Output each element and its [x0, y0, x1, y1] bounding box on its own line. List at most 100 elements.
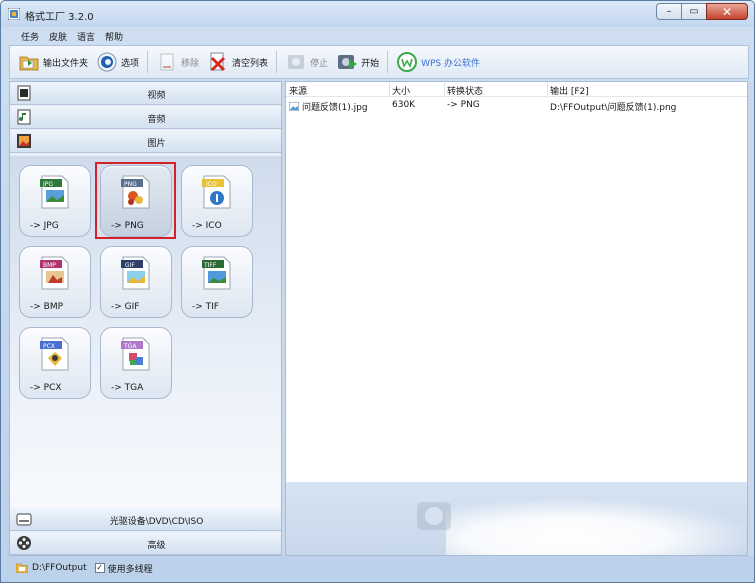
category-image[interactable]: 图片 [10, 130, 281, 153]
tile-to-pcx[interactable]: PCX -> PCX [19, 327, 91, 399]
wps-logo-icon [397, 52, 418, 72]
selection-highlight [95, 162, 176, 239]
image-file-icon [289, 102, 299, 111]
clear-list-icon [210, 52, 226, 72]
audio-icon [17, 109, 31, 125]
tif-badge-text: TIFF [204, 262, 217, 269]
output-folder-label: 输出文件夹 [43, 58, 89, 69]
header-size[interactable]: 大小 [392, 84, 410, 97]
column-separator[interactable] [547, 82, 548, 96]
menu-skin[interactable]: 皮肤 [49, 30, 67, 43]
options-button[interactable]: 选项 [96, 49, 139, 75]
tga-badge-text: TGA [124, 343, 137, 350]
output-path[interactable]: D:\FFOutput [32, 563, 87, 573]
column-separator[interactable] [444, 82, 445, 96]
tile-label: -> ICO [192, 221, 222, 231]
start-icon [338, 55, 358, 69]
output-folder-button[interactable]: 输出文件夹 [18, 49, 88, 75]
toolbar-separator [276, 51, 278, 73]
film-reel-icon [17, 536, 31, 550]
options-label: 选项 [121, 58, 140, 69]
header-output[interactable]: 输出 [F2] [550, 84, 589, 97]
pcx-file-icon [40, 337, 69, 371]
remove-label: 移除 [181, 58, 200, 69]
remove-button[interactable]: 移除 [156, 49, 199, 75]
options-icon [97, 52, 117, 72]
minimize-icon: – [666, 5, 672, 17]
format-tiles-area: JPG -> JPG PNG -> PNG ICO -> ICO BMP -> … [10, 156, 281, 508]
category-audio-label: 音频 [147, 115, 166, 125]
tile-to-tga[interactable]: TGA -> TGA [100, 327, 172, 399]
menu-language[interactable]: 语言 [77, 30, 95, 43]
banner-glow [446, 500, 746, 555]
folder-icon [19, 56, 39, 71]
tile-to-bmp[interactable]: BMP -> BMP [19, 246, 91, 318]
tile-label: -> PCX [30, 383, 62, 393]
stop-icon [288, 55, 305, 69]
category-panel: 视频 音频 图片 JPG -> JPG PNG -> PNG ICO -> IC… [9, 81, 282, 556]
status-bar: D:\FFOutput ✓ 使用多线程 [9, 558, 749, 578]
tif-file-icon [202, 256, 231, 290]
video-icon [17, 85, 31, 101]
category-advanced-label: 高级 [147, 541, 166, 551]
menu-bar: 任务 皮肤 语言 帮助 [9, 27, 749, 45]
status-cell: -> PNG [447, 100, 480, 110]
menu-task[interactable]: 任务 [21, 30, 39, 43]
tile-label: -> BMP [30, 302, 64, 312]
bottom-banner [286, 482, 747, 555]
stop-label: 停止 [310, 58, 329, 69]
tile-label: -> TGA [111, 383, 144, 393]
clear-list-button[interactable]: 清空列表 [207, 49, 268, 75]
stop-button[interactable]: 停止 [285, 49, 328, 75]
toolbar-separator [147, 51, 149, 73]
wps-office-button[interactable]: WPS 办公软件 [396, 49, 480, 75]
tile-to-gif[interactable]: GIF -> GIF [100, 246, 172, 318]
tile-to-tif[interactable]: TIFF -> TIF [181, 246, 253, 318]
header-status[interactable]: 转换状态 [447, 84, 483, 97]
app-logo-icon [8, 8, 20, 20]
category-video-label: 视频 [147, 91, 166, 101]
table-row[interactable]: 问题反馈(1).jpg 630K -> PNG D:\FFOutput\问题反馈… [286, 98, 747, 114]
source-filename: 问题反馈(1).jpg [302, 103, 368, 113]
column-separator[interactable] [389, 82, 390, 96]
image-icon [17, 134, 31, 148]
menu-help[interactable]: 帮助 [105, 30, 123, 43]
close-icon: ✕ [721, 4, 733, 19]
toolbar: 输出文件夹 选项 移除 清空列表 停止 开始 WPS 办公软件 [9, 45, 749, 79]
category-optical-drive-label: 光驱设备\DVD\CD\ISO [109, 517, 204, 527]
header-source[interactable]: 来源 [289, 84, 307, 97]
category-audio[interactable]: 音频 [10, 106, 281, 129]
tile-to-ico[interactable]: ICO -> ICO [181, 165, 253, 237]
multithread-checkbox[interactable]: ✓ [94, 563, 105, 573]
maximize-button[interactable]: ▭ [681, 3, 707, 20]
ico-file-icon [202, 175, 231, 209]
gif-badge-text: GIF [125, 262, 135, 269]
bmp-badge-text: BMP [43, 262, 56, 269]
category-advanced[interactable]: 高级 [10, 532, 281, 555]
minimize-button[interactable]: – [656, 3, 682, 20]
multithread-label: 使用多线程 [107, 564, 153, 575]
checkmark-icon: ✓ [96, 563, 103, 572]
ico-badge-text: ICO [206, 181, 217, 188]
remove-icon [160, 53, 174, 71]
toolbar-separator [387, 51, 389, 73]
output-cell: D:\FFOutput\问题反馈(1).png [550, 103, 677, 113]
close-button[interactable]: ✕ [706, 3, 748, 20]
tile-label: -> TIF [192, 302, 219, 312]
category-optical-drive[interactable]: 光驱设备\DVD\CD\ISO [10, 508, 281, 531]
tile-to-jpg[interactable]: JPG -> JPG [19, 165, 91, 237]
jpg-badge-text: JPG [43, 181, 54, 188]
category-video[interactable]: 视频 [10, 82, 281, 105]
task-list-panel: 来源 大小 转换状态 输出 [F2] 问题反馈(1).jpg 630K -> P… [285, 81, 748, 556]
title-bar: 格式工厂 3.2.0 – ▭ ✕ [1, 1, 754, 27]
task-table-header: 来源 大小 转换状态 输出 [F2] [286, 82, 747, 97]
jpg-file-icon [40, 175, 69, 209]
app-window: 格式工厂 3.2.0 – ▭ ✕ 任务 皮肤 语言 帮助 输出文件夹 选项 移除… [0, 0, 755, 583]
pcx-badge-text: PCX [43, 343, 55, 350]
output-folder-icon[interactable] [16, 563, 28, 573]
window-controls: – ▭ ✕ [656, 3, 748, 20]
window-title: 格式工厂 3.2.0 [25, 12, 94, 23]
start-button[interactable]: 开始 [336, 49, 379, 75]
gif-file-icon [121, 256, 150, 290]
clear-list-label: 清空列表 [232, 58, 269, 69]
